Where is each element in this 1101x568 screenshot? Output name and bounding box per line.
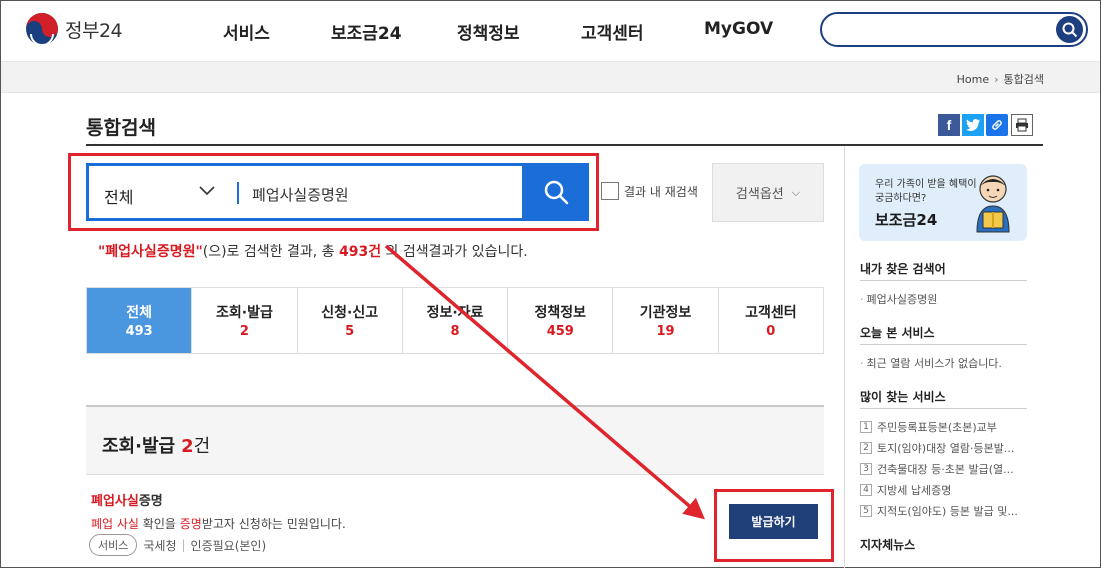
annotation-arrow-icon — [384, 244, 705, 520]
